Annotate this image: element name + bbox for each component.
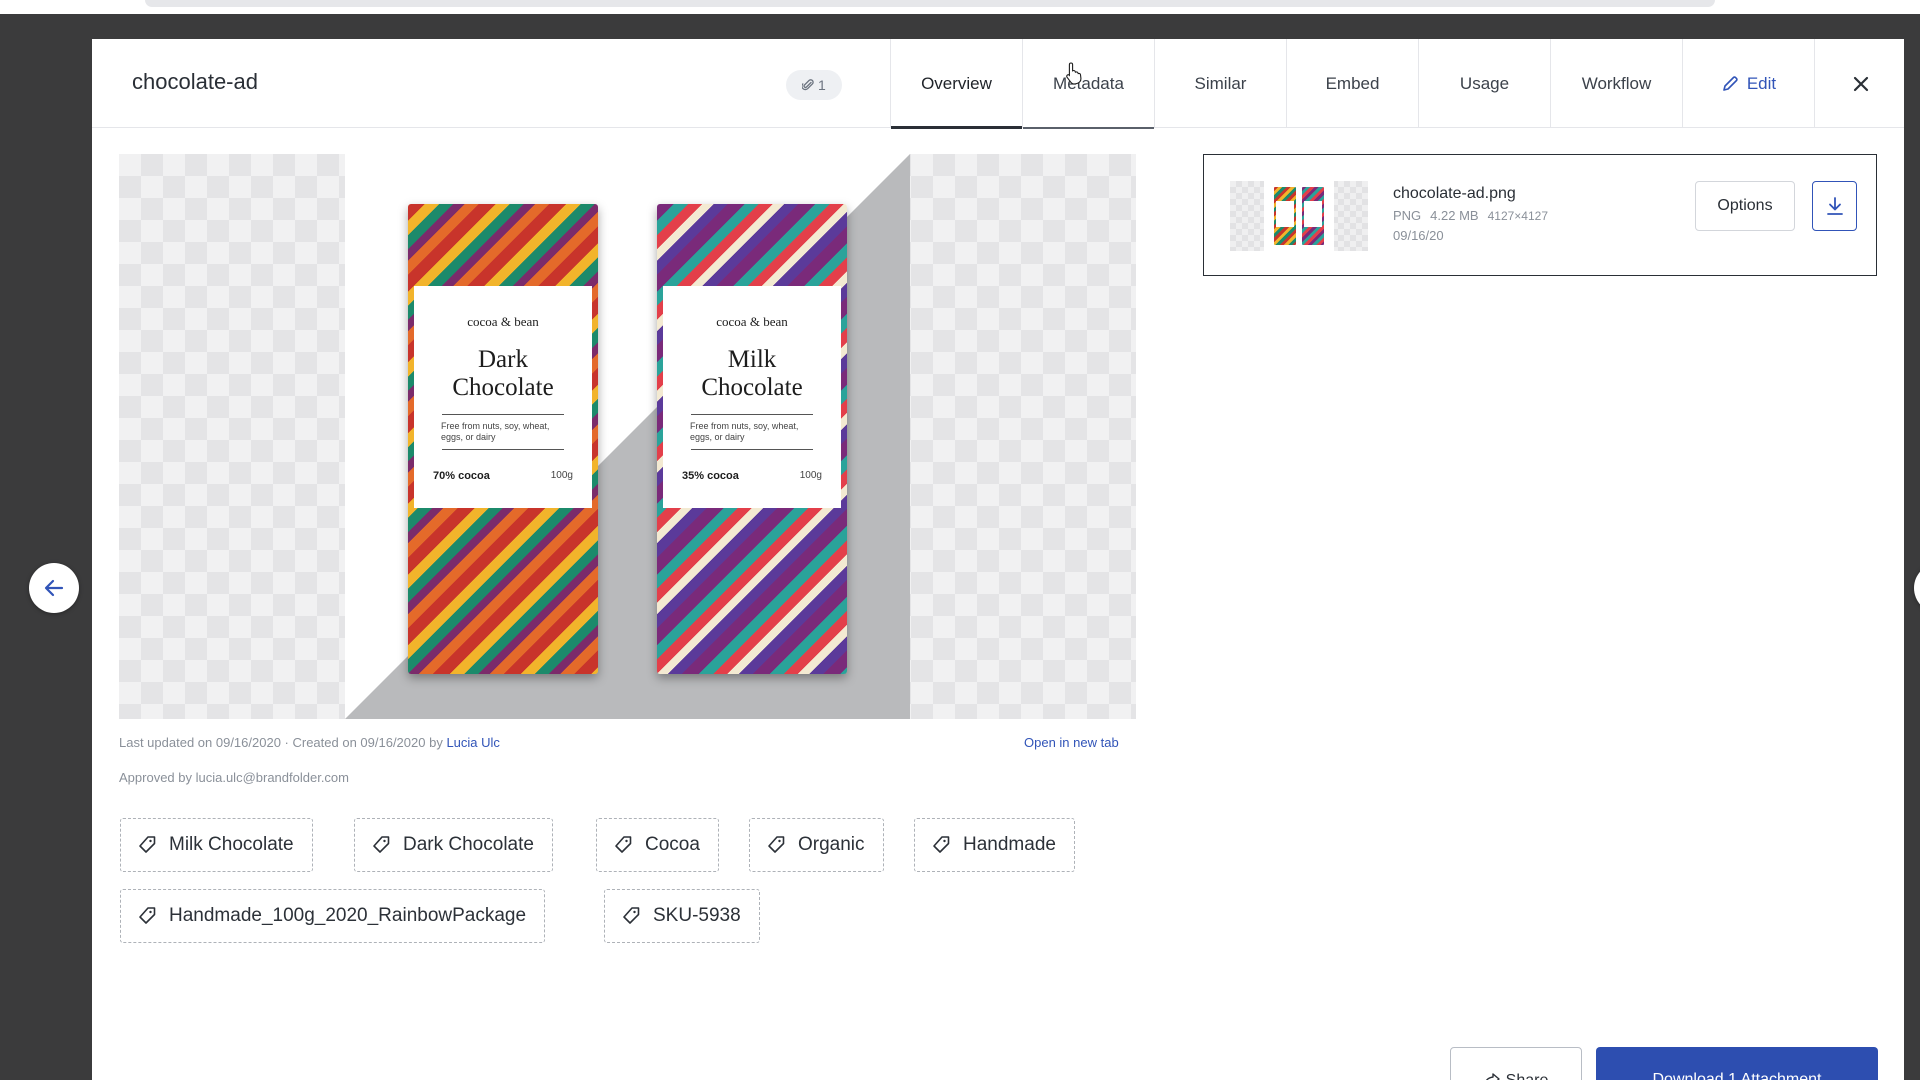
search-bar-edge[interactable]	[145, 0, 1715, 7]
asset-modal: chocolate-ad 1 Overview Metadata Similar…	[92, 39, 1904, 1080]
tag-icon	[933, 836, 950, 853]
bar-brand: cocoa & bean	[467, 314, 539, 329]
bar-name-line1: Milk	[727, 346, 777, 373]
bar-rule	[691, 414, 813, 415]
bar-name-line2: Chocolate	[701, 374, 803, 401]
tag-chip[interactable]: Milk Chocolate	[120, 818, 313, 872]
previous-asset-button[interactable]	[29, 563, 79, 613]
bar-label: cocoa & bean Milk Chocolate Free from nu…	[663, 286, 841, 508]
attachment-size: 4.22 MB	[1430, 208, 1479, 223]
top-search-strip	[0, 0, 1920, 14]
close-icon	[1853, 76, 1868, 91]
tag-chip[interactable]: Cocoa	[596, 818, 719, 872]
tag-label: Organic	[798, 834, 865, 855]
share-button[interactable]: Share	[1450, 1047, 1582, 1080]
bar-weight: 100g	[799, 470, 822, 481]
tag-icon	[373, 836, 390, 853]
tag-label: Handmade	[963, 834, 1056, 855]
download-attachment-button[interactable]	[1812, 181, 1857, 231]
tag-chip[interactable]: Handmade	[914, 818, 1075, 872]
attachment-card[interactable]: chocolate-ad.png PNG 4.22 MB 4127×4127 0…	[1203, 154, 1877, 276]
open-in-new-tab-link[interactable]: Open in new tab	[1024, 735, 1119, 750]
bar-name-line2: Chocolate	[452, 374, 554, 401]
attachment-date: 09/16/20	[1393, 228, 1444, 243]
tag-label: Milk Chocolate	[169, 834, 294, 855]
attachment-thumbnail[interactable]	[1230, 181, 1368, 251]
asset-title: chocolate-ad	[132, 69, 258, 94]
tag-label: Cocoa	[645, 834, 700, 855]
pointer-cursor-icon	[1066, 62, 1082, 85]
tag-icon	[623, 907, 640, 924]
options-button[interactable]: Options	[1695, 181, 1795, 231]
tab-embed[interactable]: Embed	[1286, 39, 1418, 128]
thumbnail-image	[1264, 181, 1334, 251]
tab-usage[interactable]: Usage	[1418, 39, 1550, 128]
pencil-icon	[1723, 75, 1738, 91]
tab-overview[interactable]: Overview	[890, 39, 1022, 129]
thumb-bar	[1302, 187, 1324, 245]
paperclip-icon	[802, 79, 814, 91]
bar-brand: cocoa & bean	[716, 314, 788, 329]
share-icon	[1485, 1073, 1500, 1080]
arrow-left-icon	[44, 579, 64, 597]
tag-chip[interactable]: Dark Chocolate	[354, 818, 553, 872]
edit-label: Edit	[1746, 73, 1777, 93]
bar-label: cocoa & bean Dark Chocolate Free from nu…	[414, 286, 592, 508]
tab-metadata[interactable]: Metadata	[1022, 39, 1154, 129]
approved-by-text: Approved by lucia.ulc@brandfolder.com	[119, 770, 349, 785]
tag-icon	[768, 836, 785, 853]
tag-icon	[615, 836, 632, 853]
author-link[interactable]: Lucia Ulc	[446, 735, 499, 750]
edit-button[interactable]: Edit	[1682, 39, 1814, 128]
tab-similar[interactable]: Similar	[1154, 39, 1286, 128]
close-button[interactable]	[1814, 39, 1906, 128]
tag-chip[interactable]: SKU-5938	[604, 889, 760, 943]
tag-label: Dark Chocolate	[403, 834, 534, 855]
bar-rule	[442, 414, 564, 415]
tag-label: Handmade_100g_2020_RainbowPackage	[169, 905, 527, 926]
asset-preview[interactable]: cocoa & bean Dark Chocolate Free from nu…	[119, 154, 1136, 719]
bar-name-line1: Dark	[478, 346, 528, 373]
bar-cocoa: 70% cocoa	[433, 470, 490, 482]
bar-footer: 35% cocoa 100g	[682, 470, 822, 482]
tag-chip[interactable]: Handmade_100g_2020_RainbowPackage	[120, 889, 546, 943]
bar-rule	[691, 449, 813, 450]
thumb-bar	[1274, 187, 1296, 245]
preview-image: cocoa & bean Dark Chocolate Free from nu…	[345, 154, 910, 719]
attachment-filename: chocolate-ad.png	[1393, 185, 1516, 202]
bar-description: Free from nuts, soy, wheat, eggs, or dai…	[690, 421, 799, 442]
updated-created-info: Last updated on 09/16/2020 · Created on …	[119, 735, 500, 750]
attachment-meta: PNG 4.22 MB 4127×4127	[1393, 208, 1548, 223]
attachment-count-badge[interactable]: 1	[786, 70, 842, 100]
bar-footer: 70% cocoa 100g	[433, 470, 573, 482]
milk-chocolate-bar: cocoa & bean Milk Chocolate Free from nu…	[657, 204, 847, 674]
download-icon	[1826, 197, 1843, 215]
download-all-button[interactable]: Download 1 Attachment	[1596, 1047, 1878, 1080]
updated-text: Last updated on 09/16/2020 · Created on …	[119, 735, 447, 750]
asset-tabs: Overview Metadata Similar Embed Usage Wo…	[890, 39, 1906, 129]
dark-chocolate-bar: cocoa & bean Dark Chocolate Free from nu…	[408, 204, 598, 674]
tag-chip[interactable]: Organic	[749, 818, 884, 872]
tag-icon	[139, 907, 156, 924]
bar-weight: 100g	[550, 470, 573, 481]
attachment-type: PNG	[1393, 208, 1422, 223]
tag-label: SKU-5938	[653, 905, 741, 926]
share-label: Share	[1506, 1072, 1549, 1080]
bar-description: Free from nuts, soy, wheat, eggs, or dai…	[441, 421, 550, 442]
attachment-count: 1	[818, 77, 826, 93]
attachment-dimensions: 4127×4127	[1487, 209, 1548, 223]
bar-rule	[442, 449, 564, 450]
tab-workflow[interactable]: Workflow	[1550, 39, 1682, 128]
tag-icon	[139, 836, 156, 853]
modal-header: chocolate-ad 1 Overview Metadata Similar…	[92, 39, 1906, 129]
next-asset-button[interactable]	[1914, 563, 1920, 613]
bar-cocoa: 35% cocoa	[682, 470, 739, 482]
